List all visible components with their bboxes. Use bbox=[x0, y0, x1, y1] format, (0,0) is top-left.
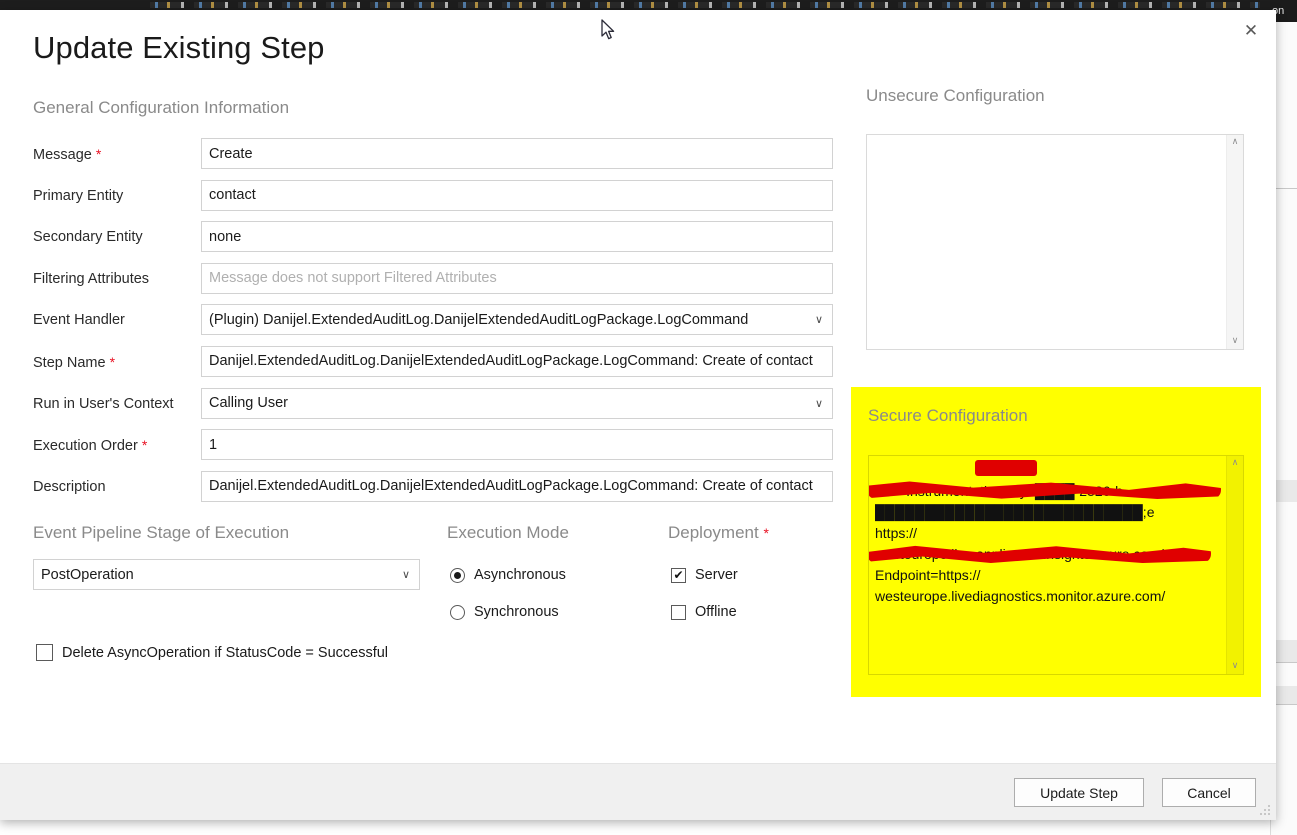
close-icon[interactable]: ✕ bbox=[1234, 16, 1268, 46]
run-in-users-context-value: Calling User bbox=[209, 395, 288, 412]
chevron-down-icon[interactable]: ∨ bbox=[1232, 662, 1239, 671]
filtering-attributes-input[interactable]: Message does not support Filtered Attrib… bbox=[201, 262, 833, 294]
radio-synchronous[interactable]: Synchronous bbox=[450, 604, 559, 620]
general-configuration-heading: General Configuration Information bbox=[33, 98, 290, 117]
field-row-secondary-entity: Secondary Entity none bbox=[33, 221, 833, 263]
field-label-filtering-attributes: Filtering Attributes bbox=[33, 270, 150, 287]
primary-entity-input[interactable]: contact bbox=[201, 179, 833, 211]
checkbox-unchecked-icon bbox=[36, 644, 53, 661]
secure-configuration-scrollbar[interactable]: ∧ ∨ bbox=[1226, 456, 1243, 674]
chevron-down-icon[interactable]: ∨ bbox=[1232, 337, 1239, 346]
deployment-heading: Deployment * bbox=[668, 523, 769, 542]
step-name-input-value: Danijel.ExtendedAuditLog.DanijelExtended… bbox=[209, 353, 813, 370]
secure-configuration-textarea[interactable]: InstrumentationKey=████-2826-b- ████████… bbox=[868, 455, 1244, 675]
checkbox-delete-async-operation-label: Delete AsyncOperation if StatusCode = Su… bbox=[62, 644, 389, 661]
checkbox-unchecked-icon bbox=[671, 604, 686, 620]
checkbox-offline[interactable]: Offline bbox=[671, 604, 737, 620]
secure-configuration-value: InstrumentationKey=████-2826-b- ████████… bbox=[875, 483, 1194, 604]
chevron-up-icon[interactable]: ∧ bbox=[1232, 138, 1239, 147]
radio-asynchronous-label: Asynchronous bbox=[474, 567, 566, 583]
field-label-description: Description bbox=[33, 478, 106, 495]
unsecure-configuration-heading: Unsecure Configuration bbox=[866, 86, 1045, 105]
redaction-stroke-1 bbox=[975, 460, 1037, 476]
unsecure-configuration-scrollbar[interactable]: ∧ ∨ bbox=[1226, 135, 1243, 349]
resize-grip-icon[interactable] bbox=[1259, 804, 1272, 817]
field-label-step-name: Step Name * bbox=[33, 353, 116, 371]
field-row-step-name: Step Name * Danijel.ExtendedAuditLog.Dan… bbox=[33, 345, 833, 388]
execution-order-input-value: 1 bbox=[209, 436, 218, 453]
unsecure-configuration-value bbox=[867, 135, 1226, 349]
field-row-primary-entity: Primary Entity contact bbox=[33, 179, 833, 222]
execution-mode-heading: Execution Mode bbox=[447, 523, 569, 542]
checkbox-offline-label: Offline bbox=[695, 604, 737, 620]
required-asterisk: * bbox=[141, 437, 148, 454]
description-input[interactable]: Danijel.ExtendedAuditLog.DanijelExtended… bbox=[201, 470, 833, 502]
secure-configuration-heading: Secure Configuration bbox=[868, 406, 1028, 425]
run-in-users-context-select[interactable]: Calling User ∨ bbox=[201, 387, 833, 419]
field-row-filtering-attributes: Filtering Attributes Message does not su… bbox=[33, 262, 833, 305]
radio-synchronous-label: Synchronous bbox=[474, 604, 559, 620]
field-label-primary-entity: Primary Entity bbox=[33, 187, 124, 204]
event-pipeline-heading: Event Pipeline Stage of Execution bbox=[33, 523, 290, 542]
page-title: Update Existing Step bbox=[33, 30, 325, 65]
radio-off-icon bbox=[450, 604, 465, 620]
chevron-down-icon[interactable]: ∨ bbox=[806, 389, 832, 418]
update-step-button[interactable]: Update Step bbox=[1014, 778, 1144, 807]
secure-configuration-value-wrap: InstrumentationKey=████-2826-b- ████████… bbox=[869, 456, 1226, 674]
filtering-attributes-placeholder: Message does not support Filtered Attrib… bbox=[209, 270, 497, 287]
description-input-value: Danijel.ExtendedAuditLog.DanijelExtended… bbox=[209, 478, 813, 495]
cancel-button[interactable]: Cancel bbox=[1162, 778, 1256, 807]
field-label-secondary-entity: Secondary Entity bbox=[33, 229, 143, 246]
event-pipeline-stage-select[interactable]: PostOperation ∨ bbox=[33, 559, 420, 590]
checkbox-checked-icon: ✔ bbox=[671, 567, 686, 583]
execution-order-input[interactable]: 1 bbox=[201, 429, 833, 461]
field-label-execution-order: Execution Order * bbox=[33, 437, 148, 455]
secondary-entity-input-value: none bbox=[209, 228, 242, 245]
field-row-event-handler: Event Handler (Plugin) Danijel.ExtendedA… bbox=[33, 304, 833, 346]
field-row-message: Message * Create bbox=[33, 138, 833, 180]
chevron-down-icon[interactable]: ∨ bbox=[806, 305, 832, 334]
required-asterisk: * bbox=[109, 353, 116, 370]
background-window-toolbar-texture bbox=[150, 2, 1260, 8]
dialog-footer: Update Step Cancel bbox=[0, 763, 1276, 820]
radio-asynchronous[interactable]: Asynchronous bbox=[450, 567, 566, 583]
checkbox-delete-async-operation[interactable]: Delete AsyncOperation if StatusCode = Su… bbox=[36, 644, 388, 661]
chevron-up-icon[interactable]: ∧ bbox=[1232, 459, 1239, 468]
required-asterisk: * bbox=[95, 146, 102, 162]
update-existing-step-dialog: ✕ Update Existing Step General Configura… bbox=[0, 10, 1276, 820]
background-window-top-strip bbox=[0, 0, 1297, 10]
chevron-down-icon[interactable]: ∨ bbox=[393, 560, 419, 589]
radio-on-icon bbox=[450, 567, 465, 583]
checkbox-server-label: Server bbox=[695, 567, 738, 583]
checkbox-server[interactable]: ✔ Server bbox=[671, 567, 738, 583]
message-input[interactable]: Create bbox=[201, 138, 833, 169]
message-input-value: Create bbox=[209, 145, 253, 162]
field-row-description: Description Danijel.ExtendedAuditLog.Dan… bbox=[33, 470, 833, 513]
required-asterisk: * bbox=[763, 525, 769, 541]
event-handler-select[interactable]: (Plugin) Danijel.ExtendedAuditLog.Danije… bbox=[201, 304, 833, 336]
field-label-event-handler: Event Handler bbox=[33, 312, 125, 329]
secure-configuration-panel: Secure Configuration InstrumentationKey=… bbox=[851, 387, 1261, 697]
field-label-run-in-users-context: Run in User's Context bbox=[33, 395, 174, 412]
primary-entity-input-value: contact bbox=[209, 187, 256, 204]
general-configuration-form: Message * Create Primary Entity contact … bbox=[33, 138, 833, 512]
step-name-input[interactable]: Danijel.ExtendedAuditLog.DanijelExtended… bbox=[201, 345, 833, 377]
field-row-run-in-users-context: Run in User's Context Calling User ∨ bbox=[33, 387, 833, 430]
unsecure-configuration-textarea[interactable]: ∧ ∨ bbox=[866, 134, 1244, 350]
field-row-execution-order: Execution Order * 1 bbox=[33, 429, 833, 471]
field-label-message: Message * bbox=[33, 146, 102, 163]
event-pipeline-stage-value: PostOperation bbox=[41, 566, 134, 583]
secondary-entity-input[interactable]: none bbox=[201, 221, 833, 253]
event-handler-select-value: (Plugin) Danijel.ExtendedAuditLog.Danije… bbox=[209, 311, 749, 328]
